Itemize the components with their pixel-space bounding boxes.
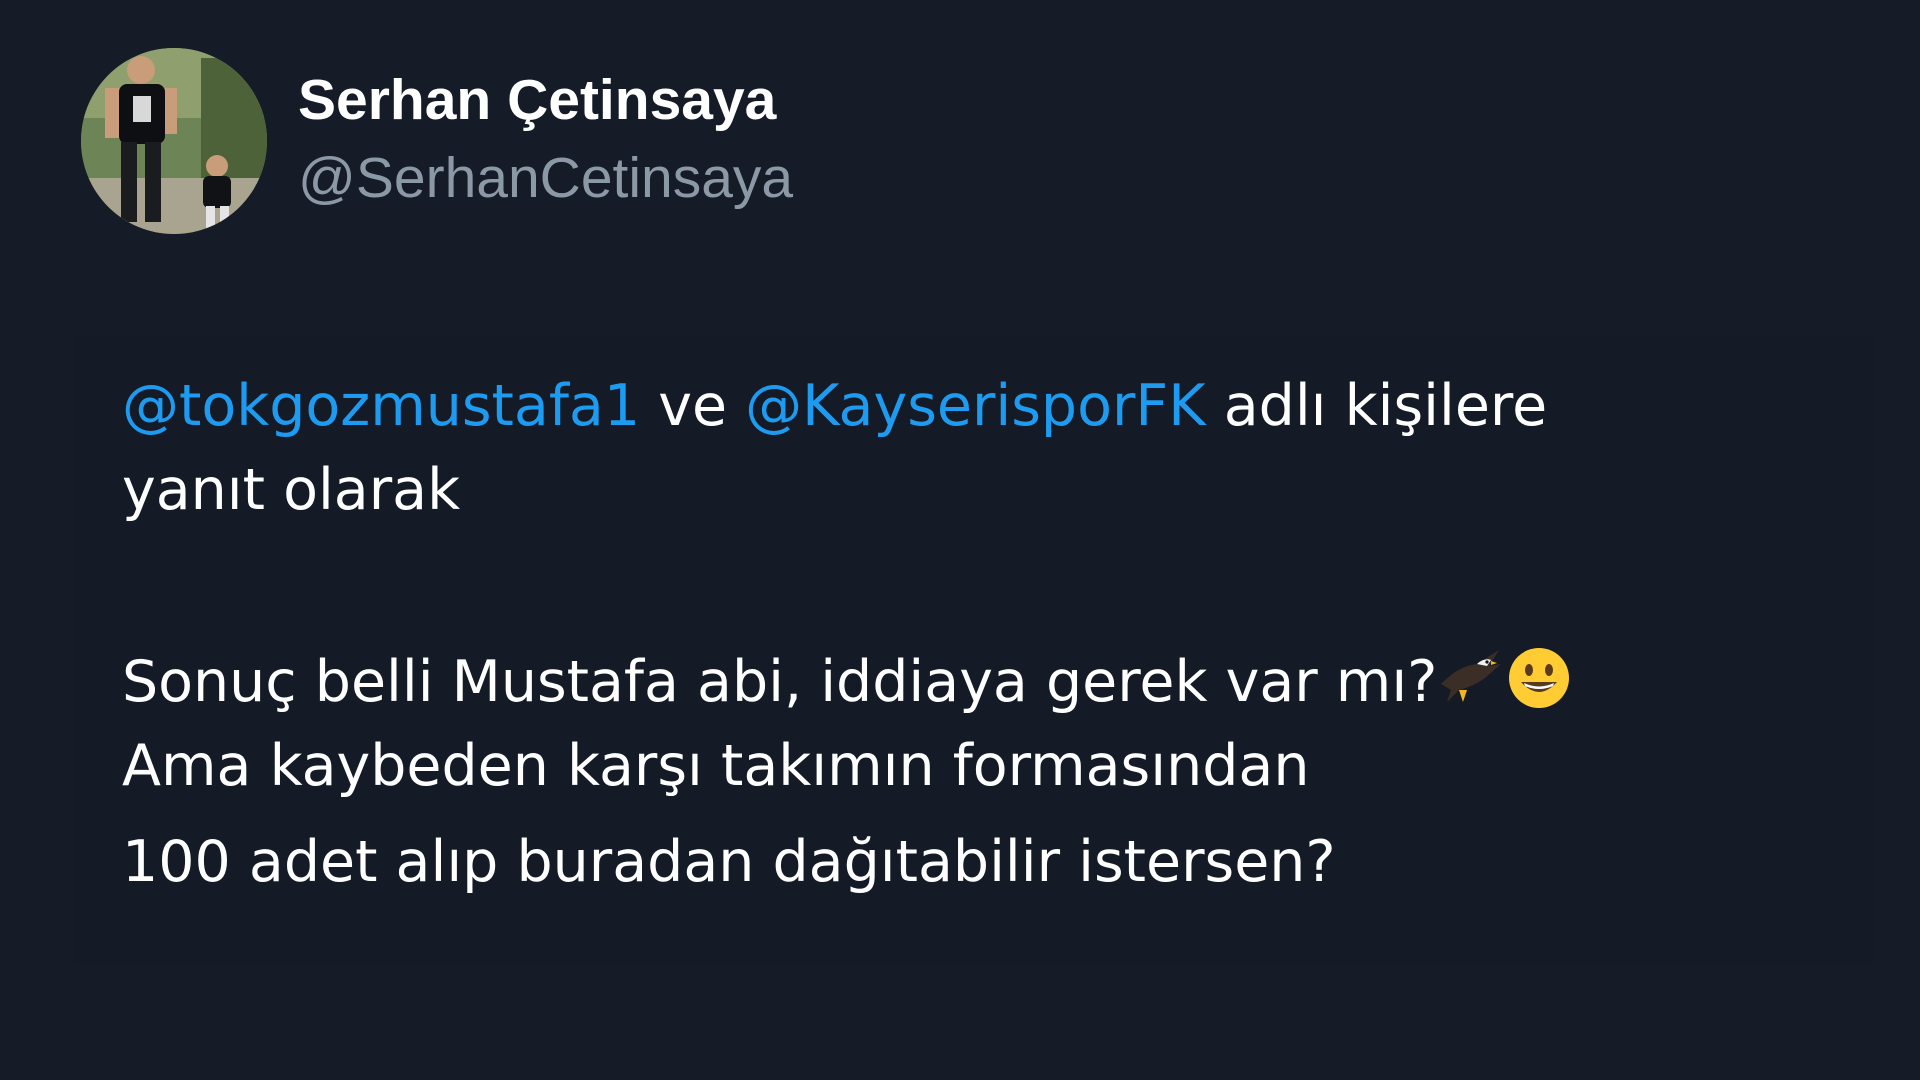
mention-link-tokgozmustafa1[interactable]: @tokgozmustafa1 (122, 373, 640, 439)
reply-suffix-2: yanıt olarak (122, 457, 461, 523)
mention-link-kayserisporfk[interactable]: @KayserisporFK (745, 373, 1205, 439)
author-display-name[interactable]: Serhan Çetinsaya (298, 64, 793, 136)
avatar-photo (81, 48, 267, 234)
avatar[interactable] (81, 48, 267, 234)
tweet-line-3: 100 adet alıp buradan dağıtabilir isters… (122, 829, 1336, 895)
tweet-line-2: Ama kaybeden karşı takımın formasından (122, 733, 1310, 799)
reply-context: @tokgozmustafa1 ve @KayserisporFK adlı k… (122, 364, 1822, 532)
tweet-line-1: Sonuç belli Mustafa abi, iddiaya gerek v… (122, 640, 1822, 724)
tweet-card: Serhan Çetinsaya @SerhanCetinsaya @tokgo… (0, 0, 1920, 1080)
reply-suffix-1: adlı kişilere (1223, 373, 1548, 439)
author-block: Serhan Çetinsaya @SerhanCetinsaya (298, 64, 793, 214)
grinning-face-icon (1505, 644, 1573, 712)
eagle-icon (1437, 644, 1505, 712)
reply-connector: ve (658, 373, 728, 439)
tweet-line-1-text: Sonuç belli Mustafa abi, iddiaya gerek v… (122, 649, 1438, 715)
tweet-text: Sonuç belli Mustafa abi, iddiaya gerek v… (122, 640, 1822, 904)
author-handle[interactable]: @SerhanCetinsaya (298, 142, 793, 214)
